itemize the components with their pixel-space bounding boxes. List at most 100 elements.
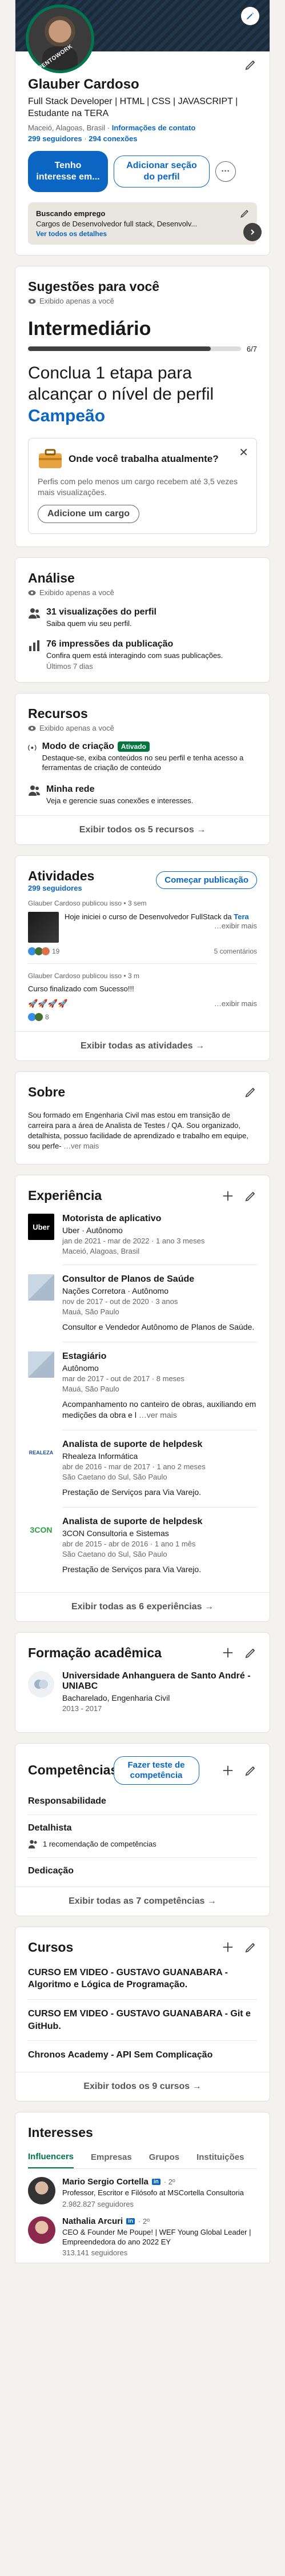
show-all-skills-link[interactable]: Exibir todas as 7 competências → (15, 1886, 270, 1916)
experience-item[interactable]: REALEZA Analista de suporte de helpdesk … (28, 1433, 257, 1505)
skill-name: Responsabilidade (28, 1796, 106, 1806)
experience-dates: abr de 2015 - abr de 2016 · 1 ano 1 mês (62, 1539, 196, 1548)
followers-link[interactable]: 299 seguidores (28, 134, 82, 143)
post-mention[interactable]: Tera (234, 912, 249, 921)
resource-item-title: Minha rede (46, 784, 95, 794)
contact-info-link[interactable]: Informações de contato (112, 123, 196, 132)
show-all-activity-link[interactable]: Exibir todas as atividades → (15, 1031, 270, 1060)
tab-schools[interactable]: Instituições (196, 2147, 244, 2168)
experience-see-more[interactable]: …ver mais (139, 1410, 177, 1419)
experience-place: Maceió, Alagoas, Brasil (62, 1247, 140, 1256)
profile-edit-button[interactable] (244, 58, 257, 73)
connections-link[interactable]: 294 conexões (89, 134, 137, 143)
plus-icon[interactable] (222, 1941, 234, 1953)
course-item[interactable]: CURSO EM VIDEO - GUSTAVO GUANABARA - Git… (28, 2008, 257, 2032)
interest-person-followers: 2.982.827 seguidores (62, 2199, 134, 2208)
about-see-more[interactable]: …ver mais (63, 1142, 99, 1150)
show-all-experience-link[interactable]: Exibir todas as 6 experiências → (15, 1592, 270, 1621)
education-item[interactable]: Universidade Anhanguera de Santo André -… (28, 1664, 257, 1720)
post-see-more[interactable]: …exibir mais (65, 922, 257, 930)
experience-title: Experiência (28, 1188, 102, 1203)
interest-person[interactable]: Mario Sergio Cortella in · 2º Professor,… (28, 2176, 257, 2208)
resource-item-creator-mode[interactable]: Modo de criação Ativado Destaque-se, exi… (28, 741, 257, 773)
dismiss-button[interactable]: ✕ (239, 445, 248, 460)
experience-company: 3CON Consultoria e Sistemas (62, 1528, 169, 1538)
plus-icon[interactable] (222, 1764, 234, 1777)
experience-title-text: Analista de suporte de helpdesk (62, 1439, 203, 1449)
skill-name: Dedicação (28, 1865, 74, 1876)
experience-item[interactable]: Uber Motorista de aplicativo Uber · Autô… (28, 1207, 257, 1262)
tab-groups[interactable]: Grupos (149, 2147, 179, 2168)
tab-companies[interactable]: Empresas (91, 2147, 132, 2168)
connection-degree: · 2º (163, 2177, 175, 2186)
activity-followers-link[interactable]: 299 seguidores (28, 884, 94, 892)
skill-test-button[interactable]: Fazer teste de competência (113, 1756, 199, 1785)
pencil-icon[interactable] (244, 1086, 257, 1098)
active-badge: Ativado (117, 741, 150, 752)
cover-edit-button[interactable] (241, 7, 259, 25)
more-actions-button[interactable]: ··· (215, 161, 236, 182)
interest-person-headline: CEO & Founder Me Poupe! | WEF Young Glob… (62, 2227, 251, 2246)
people-icon (29, 608, 40, 619)
post-comments-count[interactable]: 5 comentários (214, 947, 257, 955)
pencil-icon[interactable] (244, 1190, 257, 1202)
current-job-prompt: Onde você trabalha atualmente? ✕ Perfis … (28, 438, 257, 534)
experience-item[interactable]: Consultor de Planos de Saúde Nações Corr… (28, 1267, 257, 1339)
job-search-title: Buscando emprego (36, 209, 106, 218)
plus-icon[interactable] (222, 1190, 234, 1202)
level-progress-bar (28, 346, 241, 352)
skill-item[interactable]: Detalhista 1 recomendação de competência… (28, 1823, 257, 1849)
resource-item-my-network[interactable]: Minha rede Veja e gerencie suas conexões… (28, 784, 257, 805)
activity-post[interactable]: Glauber Cardoso publicou isso • 3 m Curs… (28, 972, 257, 1021)
love-reaction-icon (42, 947, 50, 955)
experience-company: Nações Corretora · Autônomo (62, 1286, 168, 1296)
start-post-button[interactable]: Começar publicação (156, 871, 257, 890)
skill-item[interactable]: Responsabilidade (28, 1796, 257, 1807)
job-search-roles: Cargos de Desenvolvedor full stack, Dese… (36, 219, 198, 228)
profile-top-card: #OPENTOWORK Glauber Cardoso Full Stack D… (15, 0, 270, 256)
level-progress-text: 6/7 (246, 344, 257, 353)
pencil-icon[interactable] (244, 1941, 257, 1953)
job-search-next-button[interactable] (243, 222, 262, 241)
tab-influencers[interactable]: Influencers (28, 2146, 74, 2168)
add-position-button[interactable]: Adicione um cargo (38, 504, 140, 523)
experience-desc: Prestação de Serviços para Via Varejo. (62, 1487, 202, 1497)
experience-item[interactable]: 3CON Analista de suporte de helpdesk 3CO… (28, 1510, 257, 1582)
course-item[interactable]: Chronos Academy - API Sem Complicação (28, 2049, 257, 2061)
resource-item-desc: Destaque-se, exiba conteúdos no seu perf… (42, 753, 244, 772)
briefcase-icon (39, 449, 62, 469)
show-all-resources-link[interactable]: Exibir todos os 5 recursos → (15, 815, 270, 844)
interest-person[interactable]: Nathalia Arcuri in · 2º CEO & Founder Me… (28, 2216, 257, 2257)
connection-degree: · 2º (138, 2216, 150, 2226)
resources-title: Recursos (28, 705, 88, 721)
analytics-item[interactable]: 31 visualizações do perfil Saiba quem vi… (28, 607, 257, 628)
add-section-button[interactable]: Adicionar seção do perfil (114, 155, 210, 188)
pencil-icon[interactable] (244, 1764, 257, 1777)
plus-icon[interactable] (222, 1646, 234, 1659)
current-job-title: Onde você trabalha atualmente? (69, 453, 219, 465)
show-all-courses-link[interactable]: Exibir todos os 9 cursos → (15, 2071, 270, 2101)
post-reactions[interactable]: 8 (28, 1012, 257, 1021)
chevron-right-icon (251, 229, 255, 235)
skill-item[interactable]: Dedicação (28, 1866, 257, 1876)
avatar (28, 2216, 55, 2244)
post-see-more[interactable]: …exibir mais (214, 999, 257, 1008)
level-cta: Conclua 1 etapa para alcançar o nível de… (28, 363, 214, 425)
analytics-item[interactable]: 76 impressões da publicação Confira quem… (28, 639, 257, 671)
job-search-details-link[interactable]: Ver todos os detalhes (36, 230, 249, 238)
job-search-box[interactable]: Buscando emprego Cargos de Desenvolvedor… (28, 202, 262, 245)
open-to-button[interactable]: Tenho interesse em... (28, 150, 108, 192)
skills-card: Competências Fazer teste de competência … (15, 1742, 270, 1916)
pencil-icon[interactable] (244, 1646, 257, 1659)
job-search-edit-button[interactable] (240, 208, 250, 221)
eye-icon (28, 298, 36, 304)
people-icon (28, 1840, 37, 1849)
skills-title: Competências (28, 1762, 118, 1777)
skill-endorsements[interactable]: 1 recomendação de competências (43, 1840, 156, 1848)
activity-post[interactable]: Glauber Cardoso publicou isso • 3 sem Ho… (28, 899, 257, 955)
experience-item[interactable]: Estagiário Autônomo mar de 2017 - out de… (28, 1345, 257, 1427)
post-reactions[interactable]: 19 (28, 947, 59, 955)
3con-logo: 3CON (28, 1516, 54, 1543)
course-item[interactable]: CURSO EM VIDEO - GUSTAVO GUANABARA - Alg… (28, 1967, 257, 1991)
interest-person-name: Nathalia Arcuri (62, 2216, 123, 2226)
